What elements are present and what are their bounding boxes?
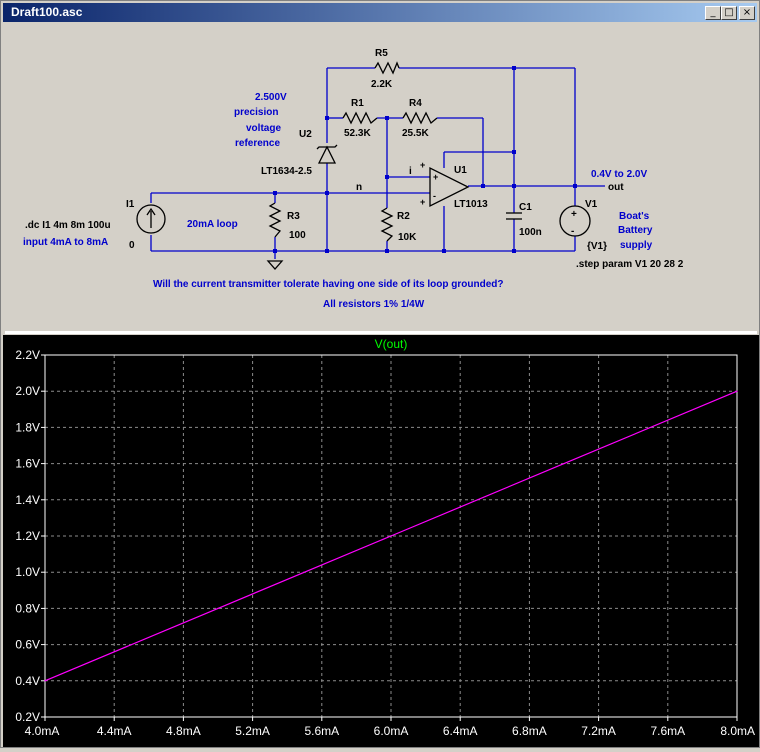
svg-text:-: - [571,226,574,237]
x-tick-label: 7.6mA [650,724,685,738]
trace-point [736,390,738,392]
comment-loop: 20mA loop [187,219,238,230]
r4-ref: R4 [409,98,422,109]
waveform-chart[interactable]: V(out) 0.2V 0.4V 0.6V 0.8V 1.0V 1.2V 1.4V 1.6V 1… [3,335,759,747]
r2-value: 10K [398,232,417,243]
trace-point [44,680,46,682]
comment-ref-2: precision [234,107,278,118]
trace-point [217,607,219,609]
x-tick-label: 5.6mA [304,724,339,738]
comment-ref-3: voltage [246,123,281,134]
components [136,61,591,270]
svg-text:+: + [420,160,425,170]
resistor-r4 [402,111,438,125]
svg-text:+: + [433,172,438,182]
comment-resistors: All resistors 1% 1/4W [323,299,425,310]
comment-input: input 4mA to 8mA [23,237,108,248]
trace-point [390,535,392,537]
comment-ref-4: reference [235,138,280,149]
r1-ref: R1 [351,98,364,109]
comment-batt-2: Battery [618,225,653,236]
ground-symbol [266,260,284,270]
y-tick-label: 1.4V [15,493,40,507]
x-axis-ticks: 4.0mA 4.4mA 4.8mA 5.2mA 5.6mA 6.0mA 6.4mA 6.8mA… [25,717,755,738]
r2-ref: R2 [397,211,410,222]
y-tick-label: 0.2V [15,710,40,724]
u1-value: LT1013 [454,199,488,210]
y-tick-label: 2.0V [15,384,40,398]
title-bar[interactable]: Draft100.asc _ □ × [3,3,757,22]
waveform-pane[interactable]: V(out) 0.2V 0.4V 0.6V 0.8V 1.0V 1.2V 1.4V 1.6V 1… [3,335,759,747]
schematic-pane[interactable]: + + + - + - R5 2.2K R1 52.3K R4 25.5K R3… [5,23,757,334]
u2-value: LT1634-2.5 [261,166,312,177]
x-tick-label: 6.0mA [374,724,409,738]
x-tick-label: 6.8mA [512,724,547,738]
y-tick-label: 1.8V [15,420,40,434]
comment-batt-3: supply [620,240,653,251]
zener-u2 [316,144,338,164]
x-tick-label: 4.8mA [166,724,201,738]
window-title: Draft100.asc [11,5,83,19]
comment-question: Will the current transmitter tolerate ha… [153,279,504,290]
resistor-r3 [268,202,282,238]
resistor-r2 [380,207,394,242]
svg-text:+: + [571,209,577,220]
schematic-canvas[interactable]: + + + - + - R5 2.2K R1 52.3K R4 25.5K R3… [5,23,757,331]
y-tick-label: 0.8V [15,601,40,615]
r4-value: 25.5K [402,128,429,139]
y-tick-label: 0.4V [15,674,40,688]
y-tick-label: 1.6V [15,457,40,471]
y-tick-label: 0.6V [15,638,40,652]
y-tick-label: 1.2V [15,529,40,543]
svg-text:-: - [433,191,436,201]
y-axis-ticks: 0.2V 0.4V 0.6V 0.8V 1.0V 1.2V 1.4V 1.6V 1.8V 2.0V… [15,348,45,724]
maximize-button[interactable]: □ [721,6,737,20]
comments: 2.500V precision voltage reference 20mA … [23,92,653,310]
v1-ref: V1 [585,199,598,210]
v1-value: {V1} [587,241,607,252]
net-out-label: out [608,182,624,193]
comment-ref-1: 2.500V [255,92,287,103]
i1-ref: I1 [126,199,135,210]
component-labels: + + + - + - R5 2.2K R1 52.3K R4 25.5K R3… [25,48,684,270]
x-tick-label: 4.4mA [97,724,132,738]
dc-directive: .dc I1 4m 8m 100u [25,220,111,231]
comment-batt-1: Boat's [619,211,650,222]
x-tick-label: 5.2mA [235,724,270,738]
y-tick-label: 2.2V [15,348,40,362]
x-tick-label: 7.2mA [581,724,616,738]
i1-value: 0 [129,240,135,251]
close-button[interactable]: × [739,6,755,20]
application-window: Draft100.asc _ □ × + + + - + - R5 2.2K R… [0,0,760,748]
net-n-label: n [356,182,362,193]
svg-text:+: + [420,197,425,207]
x-tick-label: 6.4mA [443,724,478,738]
r5-value: 2.2K [371,79,393,90]
c1-value: 100n [519,227,542,238]
x-tick-label: 4.0mA [25,724,60,738]
c1-ref: C1 [519,202,532,213]
step-directive: .step param V1 20 28 2 [576,259,684,270]
resistor-r1 [342,111,378,125]
trace-title[interactable]: V(out) [375,337,408,351]
resistor-r5 [374,61,400,75]
minimize-button[interactable]: _ [705,6,721,20]
u1-ref: U1 [454,165,467,176]
u2-ref: U2 [299,129,312,140]
y-tick-label: 1.0V [15,565,40,579]
r5-ref: R5 [375,48,388,59]
x-tick-label: 8.0mA [720,724,755,738]
comment-out-range: 0.4V to 2.0V [591,169,647,180]
r3-ref: R3 [287,211,300,222]
r1-value: 52.3K [344,128,371,139]
trace-point [563,463,565,465]
net-i-label: i [409,166,412,177]
r3-value: 100 [289,230,306,241]
